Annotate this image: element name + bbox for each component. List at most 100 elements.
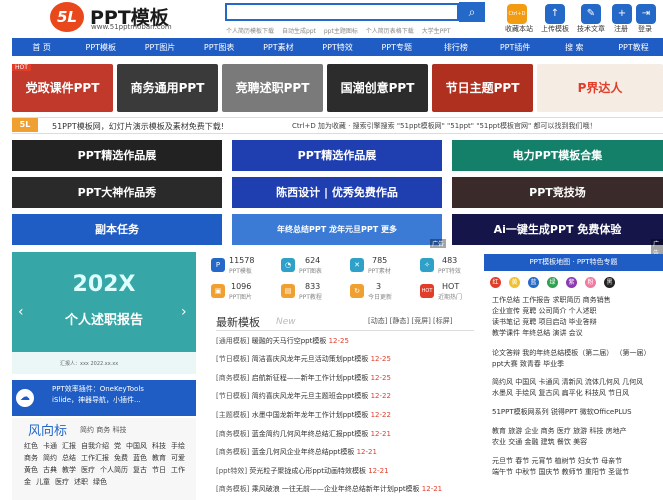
color-filter-red[interactable]: 红	[490, 277, 501, 288]
login-link[interactable]: 登录	[638, 24, 652, 34]
slider-prev-icon[interactable]: ‹	[18, 304, 24, 320]
hot-word-link[interactable]: 自动生成ppt	[282, 28, 316, 35]
nav-item[interactable]: PPT素材	[249, 42, 308, 53]
stat-label[interactable]: PPT特效	[438, 266, 461, 275]
template-row[interactable]: [商务模板] 启航新征程——新年工作计划ppt模板 12-25	[216, 373, 474, 383]
color-filter-black[interactable]: 黑	[604, 277, 615, 288]
row-category[interactable]: [商务模板]	[216, 485, 249, 493]
style-tag[interactable]: 医疗	[81, 466, 95, 474]
row-title[interactable]: 暖融的天马行空ppt模板	[252, 337, 327, 345]
nav-item[interactable]: PPT图片	[130, 42, 189, 53]
article-icon[interactable]: ✎	[581, 4, 601, 24]
template-row[interactable]: [ppt特效] 荧光粒子聚拢成心形ppt动画特效模板 12-21	[216, 466, 474, 476]
style-tag[interactable]: 蓝色	[133, 454, 147, 462]
map-row[interactable]: 水墨风 手绘风 复古风 扁平化 科技风 节日风	[492, 389, 660, 398]
row-title[interactable]: 水墨中国龙新年龙年工作计划ppt模板	[252, 411, 369, 419]
ad-ppt-works-2[interactable]: PPT精选作品展	[232, 140, 442, 171]
style-tag[interactable]: 儿童	[36, 478, 50, 486]
color-filter-purple[interactable]: 紫	[566, 277, 577, 288]
style-tag[interactable]: 总结	[62, 454, 76, 462]
hot-word-link[interactable]: ppt主题图标	[324, 28, 358, 35]
stat-label[interactable]: PPT教程	[299, 292, 322, 301]
style-tag[interactable]: 汇报	[62, 442, 76, 450]
banner-guochao-ppt[interactable]: 国潮创意PPT	[327, 64, 428, 112]
color-filter-green[interactable]: 绿	[547, 277, 558, 288]
nav-item[interactable]: 排行榜	[426, 42, 485, 53]
banner-campaign-ppt[interactable]: 竞聘述职PPT	[222, 64, 323, 112]
ad-ppt-arena[interactable]: PPT竞技场	[452, 177, 663, 208]
bookmark-icon[interactable]: Ctrl+D	[507, 4, 527, 24]
hot-word-link[interactable]: 大学生PPT	[422, 28, 451, 35]
map-row[interactable]: 51PPT模板网系列 锐得PPT 微软OfficePLUS	[492, 408, 660, 417]
row-category[interactable]: [ppt特效]	[216, 467, 247, 475]
login-icon[interactable]: ⇥	[636, 4, 656, 24]
map-row[interactable]: 农业 交通 金融 建筑 餐饮 美容	[492, 438, 660, 447]
nav-item[interactable]: PPT模板	[71, 42, 130, 53]
nav-item[interactable]: PPT特效	[308, 42, 367, 53]
banner-business-ppt[interactable]: 商务通用PPT	[117, 64, 218, 112]
style-tag[interactable]: 绿色	[93, 478, 107, 486]
row-title[interactable]: 乘风破浪 一往无前——企业年终总结新年计划ppt模板	[252, 485, 420, 493]
style-tag[interactable]: 教育	[152, 454, 166, 462]
template-row[interactable]: [商务模板] 蓝金简约几何风年终总结汇报ppt模板 12-21	[216, 429, 474, 439]
map-row[interactable]: 论文答辩 我的年终总结模板（第二届） （第一届）	[492, 349, 660, 358]
map-row[interactable]: 端午节 中秋节 国庆节 教师节 重阳节 圣诞节	[492, 468, 660, 477]
style-tag[interactable]: 简约	[43, 454, 57, 462]
style-tag[interactable]: 教学	[62, 466, 76, 474]
row-title[interactable]: 荧光粒子聚拢成心形ppt动画特效模板	[249, 467, 366, 475]
nav-item[interactable]: PPT图表	[190, 42, 249, 53]
upload-link[interactable]: 上传模板	[541, 24, 569, 34]
nav-item[interactable]: PPT专题	[367, 42, 426, 53]
row-category[interactable]: [商务模板]	[216, 430, 249, 438]
style-tag[interactable]: 商务	[24, 454, 38, 462]
upload-icon[interactable]: ↑	[545, 4, 565, 24]
row-category[interactable]: [通用模板]	[216, 337, 249, 345]
ad-ppt-master[interactable]: PPT大神作品秀	[12, 177, 222, 208]
style-tag[interactable]: 科技	[152, 442, 166, 450]
style-tag[interactable]: 复古	[133, 466, 147, 474]
style-tag[interactable]: 党	[114, 442, 121, 450]
hot-word-link[interactable]: 个人简历模板下载	[226, 28, 274, 35]
map-row[interactable]: 企业宣传 竞聘 公司简介 个人述职	[492, 307, 660, 316]
row-title[interactable]: 启航新征程——新年工作计划ppt模板	[252, 374, 369, 382]
template-row[interactable]: [商务模板] 乘风破浪 一往无前——企业年终总结新年计划ppt模板 12-21	[216, 484, 474, 494]
nav-item[interactable]: PPT教程	[604, 42, 663, 53]
stat-label[interactable]: PPT图表	[299, 266, 322, 275]
template-row[interactable]: [商务模板] 蓝金几何风企业年终总结ppt模板 12-21	[216, 447, 474, 457]
site-logo[interactable]: 5L	[50, 2, 84, 32]
ad-yearend-ppt[interactable]: 年终总结PPT 龙年元旦PPT 更多	[232, 214, 442, 245]
ad-ppt-works[interactable]: PPT精选作品展	[12, 140, 222, 171]
article-link[interactable]: 技术文章	[577, 24, 605, 34]
style-tag[interactable]: 个人简历	[100, 466, 128, 474]
style-tag[interactable]: 医疗	[55, 478, 69, 486]
style-tag[interactable]: 工作汇报	[81, 454, 109, 462]
style-tag[interactable]: 免费	[114, 454, 128, 462]
style-tag[interactable]: 述职	[74, 478, 88, 486]
stat-label[interactable]: PPT图片	[229, 292, 252, 301]
row-title[interactable]: 简洁喜庆风龙年元旦活动策划ppt模板	[252, 355, 369, 363]
style-tag[interactable]: 古典	[43, 466, 57, 474]
ad-power-ppt[interactable]: 电力PPT模板合集	[452, 140, 663, 171]
template-row[interactable]: [通用模板] 暖融的天马行空ppt模板 12-25	[216, 336, 474, 346]
row-category[interactable]: [主题模板]	[216, 411, 249, 419]
latest-filter-tabs[interactable]: [动态] [静态] [竞屏] [标屏]	[368, 316, 453, 326]
row-category[interactable]: [商务模板]	[216, 448, 249, 456]
map-row[interactable]: 教育 旅游 企业 商务 医疗 旅游 科技 房地产	[492, 427, 660, 436]
register-link[interactable]: 注册	[614, 24, 628, 34]
hot-word-link[interactable]: 个人简历表格下载	[366, 28, 414, 35]
nav-item[interactable]: PPT插件	[486, 42, 545, 53]
style-tag[interactable]: 卡通	[43, 442, 57, 450]
map-row[interactable]: 工作总结 工作报告 求职简历 商务销售	[492, 296, 660, 305]
style-tag[interactable]: 手绘	[171, 442, 185, 450]
row-category[interactable]: [节日模板]	[216, 392, 249, 400]
style-tag[interactable]: 金	[24, 478, 31, 486]
style-tag[interactable]: 节日	[152, 466, 166, 474]
stat-label[interactable]: PPT模板	[229, 266, 252, 275]
ad-dungeon-task[interactable]: 副本任务	[12, 214, 222, 245]
register-icon[interactable]: +	[612, 4, 632, 24]
slider-next-icon[interactable]: ›	[181, 304, 187, 320]
style-tag[interactable]: 自我介绍	[81, 442, 109, 450]
stat-label[interactable]: 今日更新	[368, 292, 392, 301]
ad-ai-ppt[interactable]: Ai一键生成PPT 免费体验	[452, 214, 663, 245]
style-tag[interactable]: 红色	[24, 442, 38, 450]
